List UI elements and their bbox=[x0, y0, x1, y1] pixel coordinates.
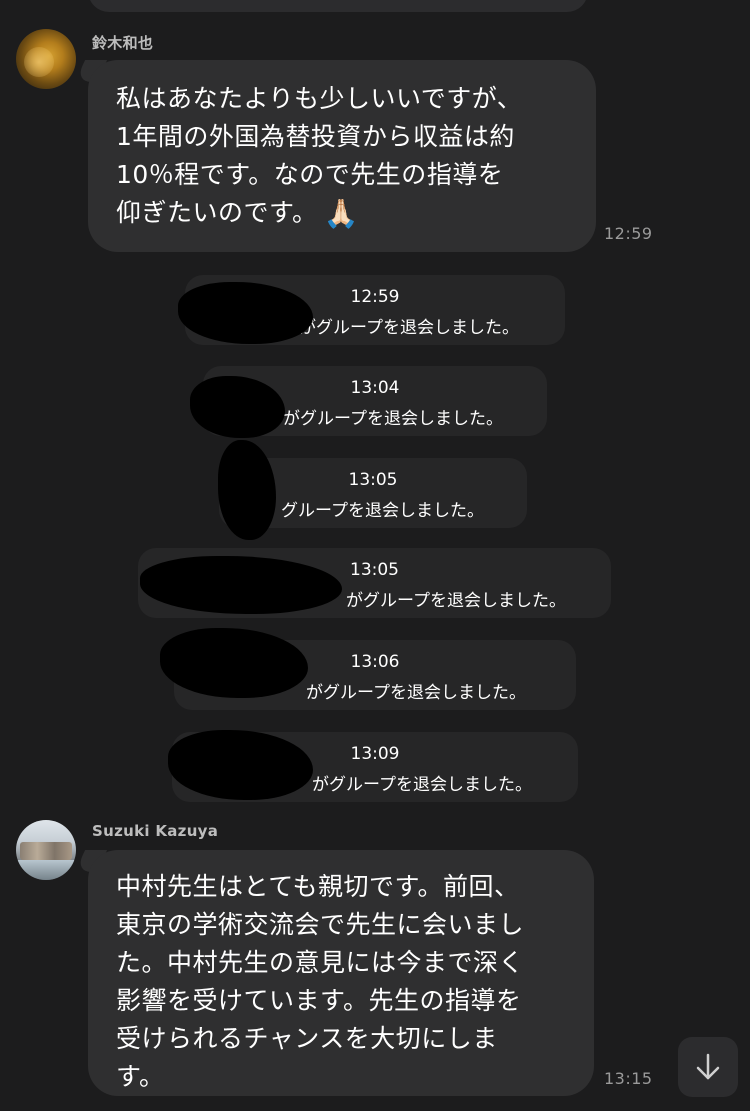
message-bubble[interactable]: 中村先生はとても親切です。前回、 東京の学術交流会で先生に会いまし た。中村先生… bbox=[88, 850, 594, 1096]
message-text: 中村先生はとても親切です。前回、 東京の学術交流会で先生に会いまし た。中村先生… bbox=[116, 872, 525, 1091]
message-bubble[interactable]: 私はあなたよりも少しいいですが、 1年間の外国為替投資から収益は約 10％程です… bbox=[88, 60, 596, 252]
sender-name: Suzuki Kazuya bbox=[92, 822, 219, 840]
previous-message-bubble bbox=[88, 0, 588, 12]
message-timestamp: 12:59 bbox=[604, 224, 653, 243]
notice-text: がグループを退会しました。 bbox=[312, 775, 532, 795]
message-timestamp: 13:15 bbox=[604, 1069, 653, 1088]
notice-text: がグループを退会しました。 bbox=[299, 318, 519, 338]
notice-text: がグループを退会しました。 bbox=[283, 409, 503, 429]
sender-name: 鈴木和也 bbox=[92, 34, 154, 52]
avatar[interactable] bbox=[16, 820, 76, 880]
message-text: 私はあなたよりも少しいいですが、 1年間の外国為替投資から収益は約 10％程です… bbox=[116, 80, 576, 233]
scroll-to-bottom-button[interactable] bbox=[678, 1037, 738, 1097]
message-text-body: 私はあなたよりも少しいいですが、 1年間の外国為替投資から収益は約 10％程です… bbox=[116, 84, 523, 227]
notice-text: グループを退会しました。 bbox=[281, 501, 484, 521]
chat-screen: 鈴木和也 私はあなたよりも少しいいですが、 1年間の外国為替投資から収益は約 1… bbox=[0, 0, 750, 1111]
notice-text: がグループを退会しました。 bbox=[346, 591, 566, 611]
redacted-name bbox=[218, 440, 276, 540]
folded-hands-emoji: 🙏🏻 bbox=[323, 197, 359, 230]
avatar[interactable] bbox=[16, 29, 76, 89]
notice-text: がグループを退会しました。 bbox=[306, 683, 526, 703]
arrow-down-icon bbox=[696, 1053, 720, 1080]
